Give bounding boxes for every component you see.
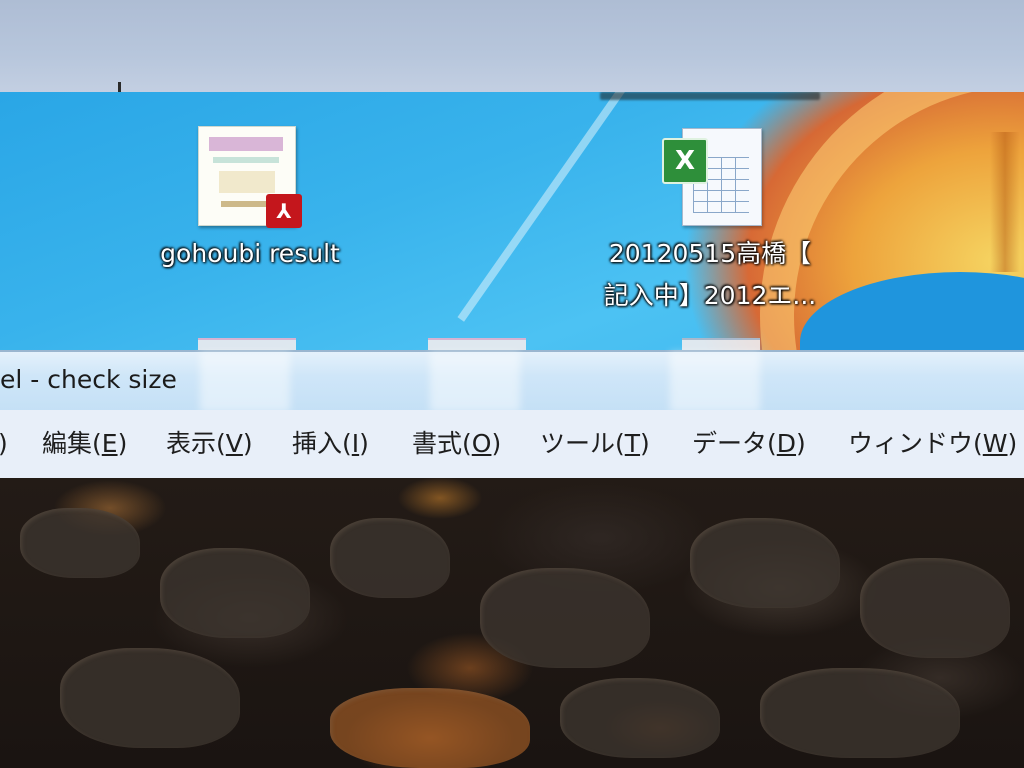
menu-item-window[interactable]: ウィンドウ(W)	[848, 424, 1017, 464]
desktop-icon-label-line1: 20120515高橋【	[608, 239, 812, 268]
menu-item-partial[interactable]: )	[0, 424, 8, 464]
menu-item-tools[interactable]: ツール(T)	[540, 424, 650, 464]
desktop-icon-label: gohoubi result	[160, 239, 340, 268]
mast-silhouette	[118, 82, 121, 92]
window-title: el - check size	[0, 365, 177, 394]
desktop-area: ⅄ gohoubi result X 20120515高橋【 記入中】2012エ…	[0, 92, 1024, 350]
wallpaper-tree	[990, 132, 1020, 272]
excel-icon: X	[662, 138, 708, 184]
menu-item-format[interactable]: 書式(O)	[412, 424, 501, 464]
menu-item-view[interactable]: 表示(V)	[166, 424, 253, 464]
pdf-icon: ⅄	[266, 194, 302, 228]
desktop-icon-label-line2: 記入中】2012エ...	[603, 281, 817, 310]
window-title-bar[interactable]: el - check size	[0, 350, 1024, 413]
menu-item-insert[interactable]: 挿入(I)	[292, 424, 369, 464]
menu-bar: ) 編集(E) 表示(V) 挿入(I) 書式(O) ツール(T) データ(D) …	[0, 410, 1024, 479]
cropped-icon-label	[600, 92, 820, 100]
menu-item-edit[interactable]: 編集(E)	[42, 424, 127, 464]
menu-item-data[interactable]: データ(D)	[692, 424, 806, 464]
rocky-landscape-background	[0, 478, 1024, 768]
sky-background	[0, 0, 1024, 92]
